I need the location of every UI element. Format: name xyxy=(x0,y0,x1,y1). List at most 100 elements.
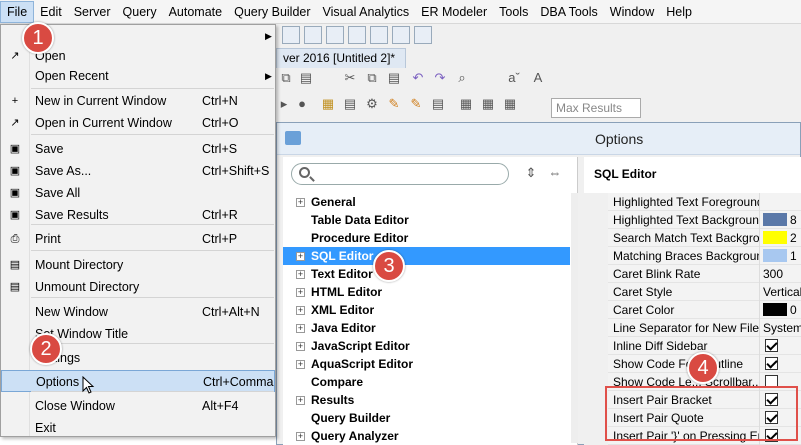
tool-icon[interactable]: ✎ xyxy=(386,96,402,112)
expand-icon[interactable]: + xyxy=(296,306,305,315)
redo-icon[interactable]: ↷ xyxy=(432,70,448,86)
tree-item-procedure-editor[interactable]: Procedure Editor xyxy=(283,229,570,247)
toolbar-button[interactable] xyxy=(370,26,388,44)
scrollbar[interactable] xyxy=(571,193,578,443)
toolbar-button[interactable] xyxy=(348,26,366,44)
results-icon[interactable]: ▦ xyxy=(480,96,496,112)
font-size-icon[interactable]: A xyxy=(530,70,546,86)
tree-item-query-builder[interactable]: Query Builder xyxy=(283,409,570,427)
property-value[interactable]: 0 xyxy=(760,301,801,319)
file-menu-item-close-window[interactable]: Close Window Alt+F4 xyxy=(1,395,275,417)
tree-item-xml-editor[interactable]: + XML Editor xyxy=(283,301,570,319)
expand-icon[interactable]: + xyxy=(296,288,305,297)
property-row[interactable]: Caret Style Vertical xyxy=(608,282,801,301)
tree-item-text-editor[interactable]: + Text Editor xyxy=(283,265,570,283)
results-icon[interactable]: ▦ xyxy=(458,96,474,112)
file-menu-item-options[interactable]: Options Ctrl+Comma xyxy=(1,370,275,392)
checkbox[interactable] xyxy=(765,339,778,352)
stop-icon[interactable]: ● xyxy=(294,96,310,112)
property-row[interactable]: Caret Blink Rate 300 xyxy=(608,264,801,283)
property-value[interactable]: 300 xyxy=(760,265,801,283)
tree-item-aquascript-editor[interactable]: + AquaScript Editor xyxy=(283,355,570,373)
document-tab[interactable]: ver 2016 [Untitled 2]* xyxy=(276,48,406,68)
tree-item-compare[interactable]: Compare xyxy=(283,373,570,391)
color-swatch[interactable] xyxy=(763,249,787,262)
paste-icon[interactable]: ▤ xyxy=(386,70,402,86)
file-menu-item-exit[interactable]: Exit xyxy=(1,417,275,439)
tool-icon[interactable]: ⚙ xyxy=(364,96,380,112)
property-value[interactable]: Vertical xyxy=(760,283,801,301)
results-icon[interactable]: ▦ xyxy=(502,96,518,112)
toolbar-button[interactable] xyxy=(326,26,344,44)
file-menu-item-save-all[interactable]: ▣ Save All xyxy=(1,182,275,204)
file-menu-item-save-as[interactable]: ▣ Save As... Ctrl+Shift+S xyxy=(1,160,275,182)
tree-item-html-editor[interactable]: + HTML Editor xyxy=(283,283,570,301)
property-row[interactable]: Search Match Text Background 2 xyxy=(608,228,801,247)
tree-item-javascript-editor[interactable]: + JavaScript Editor xyxy=(283,337,570,355)
tree-item-general[interactable]: + General xyxy=(283,193,570,211)
color-swatch[interactable] xyxy=(763,213,787,226)
toolbar-button[interactable] xyxy=(414,26,432,44)
property-row[interactable]: Caret Color 0 xyxy=(608,300,801,319)
property-value[interactable] xyxy=(760,337,801,355)
dialog-title-bar[interactable]: Options xyxy=(277,123,800,155)
property-row[interactable]: Matching Braces Background 1 xyxy=(608,246,801,265)
color-swatch[interactable] xyxy=(763,231,787,244)
file-menu-item-save[interactable]: ▣ Save Ctrl+S xyxy=(1,138,275,160)
property-row[interactable]: Line Separator for New Files System xyxy=(608,318,801,337)
cut-icon[interactable]: ✂ xyxy=(342,70,358,86)
menu-visual-analytics[interactable]: Visual Analytics xyxy=(317,1,416,23)
color-swatch[interactable] xyxy=(763,303,787,316)
expand-icon[interactable]: + xyxy=(296,360,305,369)
paste-icon[interactable]: ▤ xyxy=(298,70,314,86)
property-value[interactable]: System xyxy=(760,319,801,337)
menu-tools[interactable]: Tools xyxy=(493,1,534,23)
menu-er-modeler[interactable]: ER Modeler xyxy=(415,1,493,23)
file-menu-item-mount-directory[interactable]: ▤ Mount Directory xyxy=(1,254,275,276)
collapse-all-icon[interactable]: ⇔ xyxy=(547,165,563,181)
file-menu-item-new-window[interactable]: New Window Ctrl+Alt+N xyxy=(1,301,275,323)
file-menu-item-save-results[interactable]: ▣ Save Results Ctrl+R xyxy=(1,204,275,226)
menu-dba-tools[interactable]: DBA Tools xyxy=(534,1,603,23)
file-menu-item-unmount-directory[interactable]: ▤ Unmount Directory xyxy=(1,276,275,298)
tool-icon[interactable]: ▤ xyxy=(430,96,446,112)
menu-file[interactable]: File xyxy=(0,0,35,23)
comment-icon[interactable]: ▤ xyxy=(342,96,358,112)
property-row[interactable]: Highlighted Text Background 8 xyxy=(608,210,801,229)
find-icon[interactable]: ⌕ xyxy=(454,70,470,86)
menu-query-builder[interactable]: Query Builder xyxy=(228,1,316,23)
property-value[interactable]: 8 xyxy=(760,211,801,229)
checkbox[interactable] xyxy=(765,357,778,370)
menu-window[interactable]: Window xyxy=(604,1,660,23)
menu-server[interactable]: Server xyxy=(68,1,117,23)
tool-icon[interactable]: ✎ xyxy=(408,96,424,112)
tree-item-table-data-editor[interactable]: Table Data Editor xyxy=(283,211,570,229)
menu-automate[interactable]: Automate xyxy=(163,1,229,23)
format-icon[interactable]: ▦ xyxy=(320,96,336,112)
property-value[interactable] xyxy=(760,193,801,211)
expand-icon[interactable]: + xyxy=(296,432,305,441)
font-size-icon[interactable]: aˇ xyxy=(506,70,522,86)
expand-all-icon[interactable]: ⇕ xyxy=(523,165,539,181)
tree-item-java-editor[interactable]: + Java Editor xyxy=(283,319,570,337)
tree-item-query-analyzer[interactable]: + Query Analyzer xyxy=(283,427,570,445)
undo-icon[interactable]: ↶ xyxy=(410,70,426,86)
property-value[interactable] xyxy=(760,355,801,373)
file-menu-item-new-in-current-window[interactable]: + New in Current Window Ctrl+N xyxy=(1,90,275,112)
search-input[interactable] xyxy=(291,163,509,185)
expand-icon[interactable]: + xyxy=(296,198,305,207)
expand-icon[interactable]: + xyxy=(296,324,305,333)
expand-icon[interactable]: + xyxy=(296,270,305,279)
toolbar-button[interactable] xyxy=(304,26,322,44)
toolbar-button[interactable] xyxy=(392,26,410,44)
copy-icon[interactable]: ⧉ xyxy=(364,70,380,86)
toolbar-button[interactable] xyxy=(282,26,300,44)
max-results-input[interactable]: Max Results xyxy=(551,98,641,118)
menu-edit[interactable]: Edit xyxy=(34,1,68,23)
property-value[interactable]: 1 xyxy=(760,247,801,265)
file-menu-item-open-recent[interactable]: Open Recent ▶ xyxy=(1,65,275,87)
menu-help[interactable]: Help xyxy=(660,1,698,23)
tree-item-results[interactable]: + Results xyxy=(283,391,570,409)
expand-icon[interactable]: + xyxy=(296,252,305,261)
tree-item-sql-editor[interactable]: + SQL Editor xyxy=(283,247,570,265)
